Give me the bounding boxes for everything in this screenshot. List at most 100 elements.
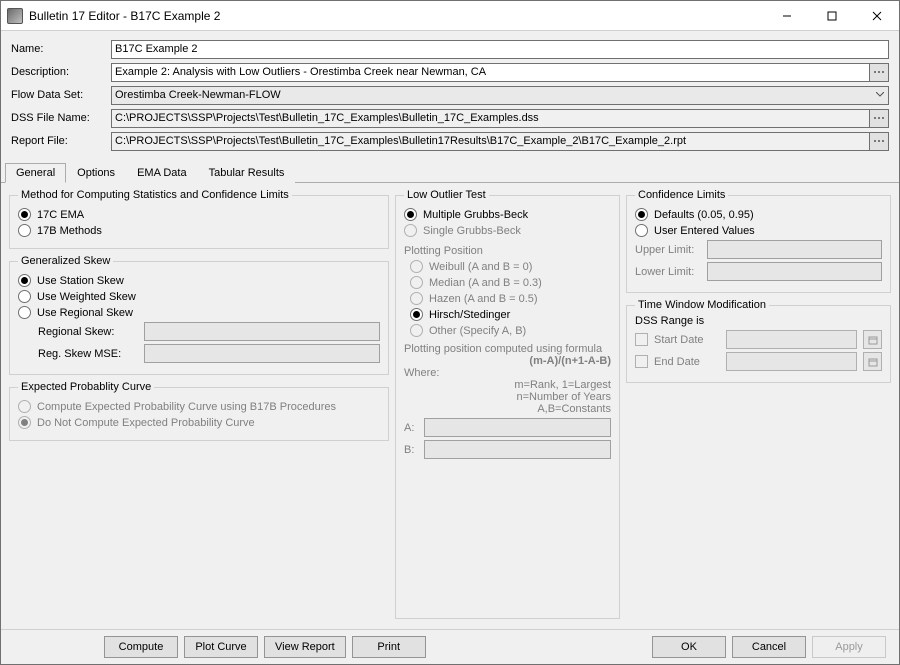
plot-hirsch-radio[interactable]: Hirsch/Stedinger [410, 308, 611, 321]
b-input[interactable] [424, 440, 611, 459]
where-label: Where: [404, 367, 611, 379]
radio-icon [18, 274, 31, 287]
low-outlier-legend: Low Outlier Test [404, 189, 489, 201]
radio-icon [18, 416, 31, 429]
tab-options[interactable]: Options [66, 163, 126, 183]
start-date-input [726, 330, 857, 349]
close-button[interactable] [854, 1, 899, 30]
report-file-ellipsis-button[interactable] [870, 132, 889, 151]
window-title: Bulletin 17 Editor - B17C Example 2 [29, 9, 764, 23]
description-ellipsis-button[interactable] [870, 63, 889, 82]
ellipsis-icon [873, 139, 885, 143]
method-17b-radio[interactable]: 17B Methods [18, 224, 380, 237]
footer-bar: Compute Plot Curve View Report Print OK … [1, 629, 899, 664]
conf-defaults-label: Defaults (0.05, 0.95) [654, 209, 754, 221]
formula-text: (m-A)/(n+1-A-B) [404, 355, 611, 367]
formula-line1: m=Rank, 1=Largest [404, 379, 611, 391]
method-17c-ema-radio[interactable]: 17C EMA [18, 208, 380, 221]
titlebar: Bulletin 17 Editor - B17C Example 2 [1, 1, 899, 31]
skew-weighted-radio[interactable]: Use Weighted Skew [18, 290, 380, 303]
ok-button[interactable]: OK [652, 636, 726, 658]
calendar-icon [868, 335, 878, 345]
regional-skew-label: Regional Skew: [38, 326, 138, 338]
minimize-icon [782, 11, 792, 21]
formula-line3: A,B=Constants [404, 403, 611, 415]
upper-limit-input [707, 240, 882, 259]
compute-button[interactable]: Compute [104, 636, 178, 658]
epc-group: Expected Probablity Curve Compute Expect… [9, 381, 389, 441]
skew-weighted-label: Use Weighted Skew [37, 291, 136, 303]
upper-limit-label: Upper Limit: [635, 244, 701, 256]
dss-file-label: DSS File Name: [11, 112, 111, 124]
low-multi-radio[interactable]: Multiple Grubbs-Beck [404, 208, 611, 221]
radio-icon [410, 276, 423, 289]
ellipsis-icon [873, 70, 885, 74]
epc-compute-radio: Compute Expected Probability Curve using… [18, 400, 380, 413]
reg-skew-mse-label: Reg. Skew MSE: [38, 348, 138, 360]
radio-icon [404, 224, 417, 237]
skew-group: Generalized Skew Use Station Skew Use We… [9, 255, 389, 375]
maximize-icon [827, 11, 837, 21]
plot-weibull-radio: Weibull (A and B = 0) [410, 260, 611, 273]
plot-other-radio: Other (Specify A, B) [410, 324, 611, 337]
end-date-input [726, 352, 857, 371]
conf-user-label: User Entered Values [654, 225, 755, 237]
plot-hazen-label: Hazen (A and B = 0.5) [429, 293, 538, 305]
maximize-button[interactable] [809, 1, 854, 30]
tab-tabular-results[interactable]: Tabular Results [198, 163, 296, 183]
header-form: Name: Description: Flow Data Set: Oresti… [1, 31, 899, 160]
radio-icon [18, 208, 31, 221]
tab-general[interactable]: General [5, 163, 66, 183]
time-window-legend: Time Window Modification [635, 299, 769, 311]
tab-strip: General Options EMA Data Tabular Results [1, 162, 899, 183]
plot-curve-button[interactable]: Plot Curve [184, 636, 258, 658]
radio-icon [410, 260, 423, 273]
window-root: Bulletin 17 Editor - B17C Example 2 Name… [0, 0, 900, 665]
print-button[interactable]: Print [352, 636, 426, 658]
skew-regional-radio[interactable]: Use Regional Skew [18, 306, 380, 319]
name-label: Name: [11, 43, 111, 55]
report-file-label: Report File: [11, 135, 111, 147]
flow-data-set-combo[interactable]: Orestimba Creek-Newman-FLOW [111, 86, 889, 105]
description-input[interactable] [111, 63, 870, 82]
start-date-picker-button [863, 330, 882, 349]
conf-user-radio[interactable]: User Entered Values [635, 224, 882, 237]
description-label: Description: [11, 66, 111, 78]
start-date-check [635, 333, 648, 346]
radio-icon [18, 290, 31, 303]
flow-label: Flow Data Set: [11, 89, 111, 101]
lower-limit-label: Lower Limit: [635, 266, 701, 278]
conf-defaults-radio[interactable]: Defaults (0.05, 0.95) [635, 208, 882, 221]
name-input[interactable] [111, 40, 889, 59]
report-file-field: C:\PROJECTS\SSP\Projects\Test\Bulletin_1… [111, 132, 870, 151]
reg-skew-mse-input[interactable] [144, 344, 380, 363]
apply-button: Apply [812, 636, 886, 658]
time-window-group: Time Window Modification DSS Range is St… [626, 299, 891, 383]
low-outlier-group: Low Outlier Test Multiple Grubbs-Beck Si… [395, 189, 620, 619]
minimize-button[interactable] [764, 1, 809, 30]
skew-station-radio[interactable]: Use Station Skew [18, 274, 380, 287]
end-date-label: End Date [654, 356, 720, 368]
plotting-position-title: Plotting Position [404, 245, 611, 257]
epc-group-legend: Expected Probablity Curve [18, 381, 154, 393]
plot-other-label: Other (Specify A, B) [429, 325, 526, 337]
confidence-limits-group: Confidence Limits Defaults (0.05, 0.95) … [626, 189, 891, 293]
view-report-button[interactable]: View Report [264, 636, 346, 658]
tab-body-general: Method for Computing Statistics and Conf… [1, 183, 899, 629]
radio-icon [410, 308, 423, 321]
cancel-button[interactable]: Cancel [732, 636, 806, 658]
radio-icon [410, 324, 423, 337]
dss-file-ellipsis-button[interactable] [870, 109, 889, 128]
end-date-picker-button [863, 352, 882, 371]
a-input[interactable] [424, 418, 611, 437]
method-group: Method for Computing Statistics and Conf… [9, 189, 389, 249]
skew-group-legend: Generalized Skew [18, 255, 113, 267]
regional-skew-input[interactable] [144, 322, 380, 341]
lower-limit-input [707, 262, 882, 281]
radio-icon [404, 208, 417, 221]
tab-ema-data[interactable]: EMA Data [126, 163, 198, 183]
plot-weibull-label: Weibull (A and B = 0) [429, 261, 532, 273]
end-date-check [635, 355, 648, 368]
confidence-limits-legend: Confidence Limits [635, 189, 728, 201]
low-single-label: Single Grubbs-Beck [423, 225, 521, 237]
